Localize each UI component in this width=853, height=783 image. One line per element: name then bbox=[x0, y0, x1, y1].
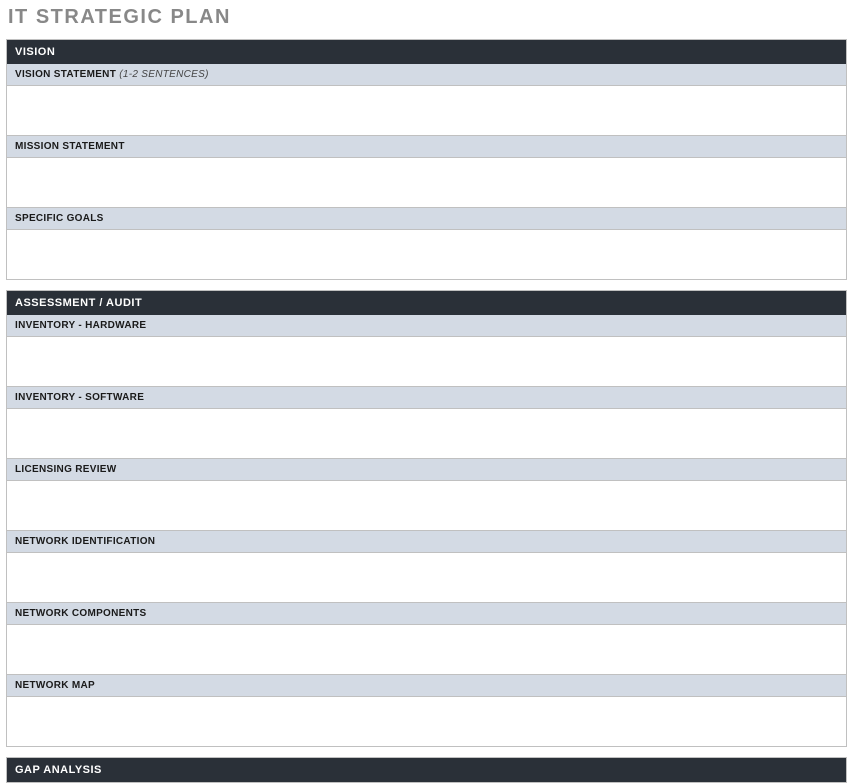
network-identification-field[interactable] bbox=[7, 553, 846, 602]
vision-header: VISION bbox=[7, 40, 846, 64]
inventory-software-field[interactable] bbox=[7, 409, 846, 458]
licensing-review-field[interactable] bbox=[7, 481, 846, 530]
inventory-hardware-label: INVENTORY - HARDWARE bbox=[7, 315, 846, 337]
inventory-hardware-field[interactable] bbox=[7, 337, 846, 386]
licensing-review-label: LICENSING REVIEW bbox=[7, 458, 846, 481]
specific-goals-field[interactable] bbox=[7, 230, 846, 279]
assessment-section: ASSESSMENT / AUDIT INVENTORY - HARDWARE … bbox=[6, 290, 847, 747]
network-components-label: NETWORK COMPONENTS bbox=[7, 602, 846, 625]
network-map-label: NETWORK MAP bbox=[7, 674, 846, 697]
vision-statement-label-text: VISION STATEMENT bbox=[15, 69, 116, 80]
gap-analysis-header: GAP ANALYSIS bbox=[6, 757, 847, 783]
vision-statement-field[interactable] bbox=[7, 86, 846, 135]
vision-section: VISION VISION STATEMENT (1-2 SENTENCES) … bbox=[6, 39, 847, 280]
inventory-software-label: INVENTORY - SOFTWARE bbox=[7, 386, 846, 409]
mission-statement-field[interactable] bbox=[7, 158, 846, 207]
page-title: IT STRATEGIC PLAN bbox=[0, 0, 853, 39]
network-map-field[interactable] bbox=[7, 697, 846, 746]
network-identification-label: NETWORK IDENTIFICATION bbox=[7, 530, 846, 553]
assessment-header: ASSESSMENT / AUDIT bbox=[7, 291, 846, 315]
vision-statement-label: VISION STATEMENT (1-2 SENTENCES) bbox=[7, 64, 846, 86]
specific-goals-label: SPECIFIC GOALS bbox=[7, 207, 846, 230]
vision-statement-hint: (1-2 SENTENCES) bbox=[119, 69, 209, 80]
mission-statement-label: MISSION STATEMENT bbox=[7, 135, 846, 158]
network-components-field[interactable] bbox=[7, 625, 846, 674]
